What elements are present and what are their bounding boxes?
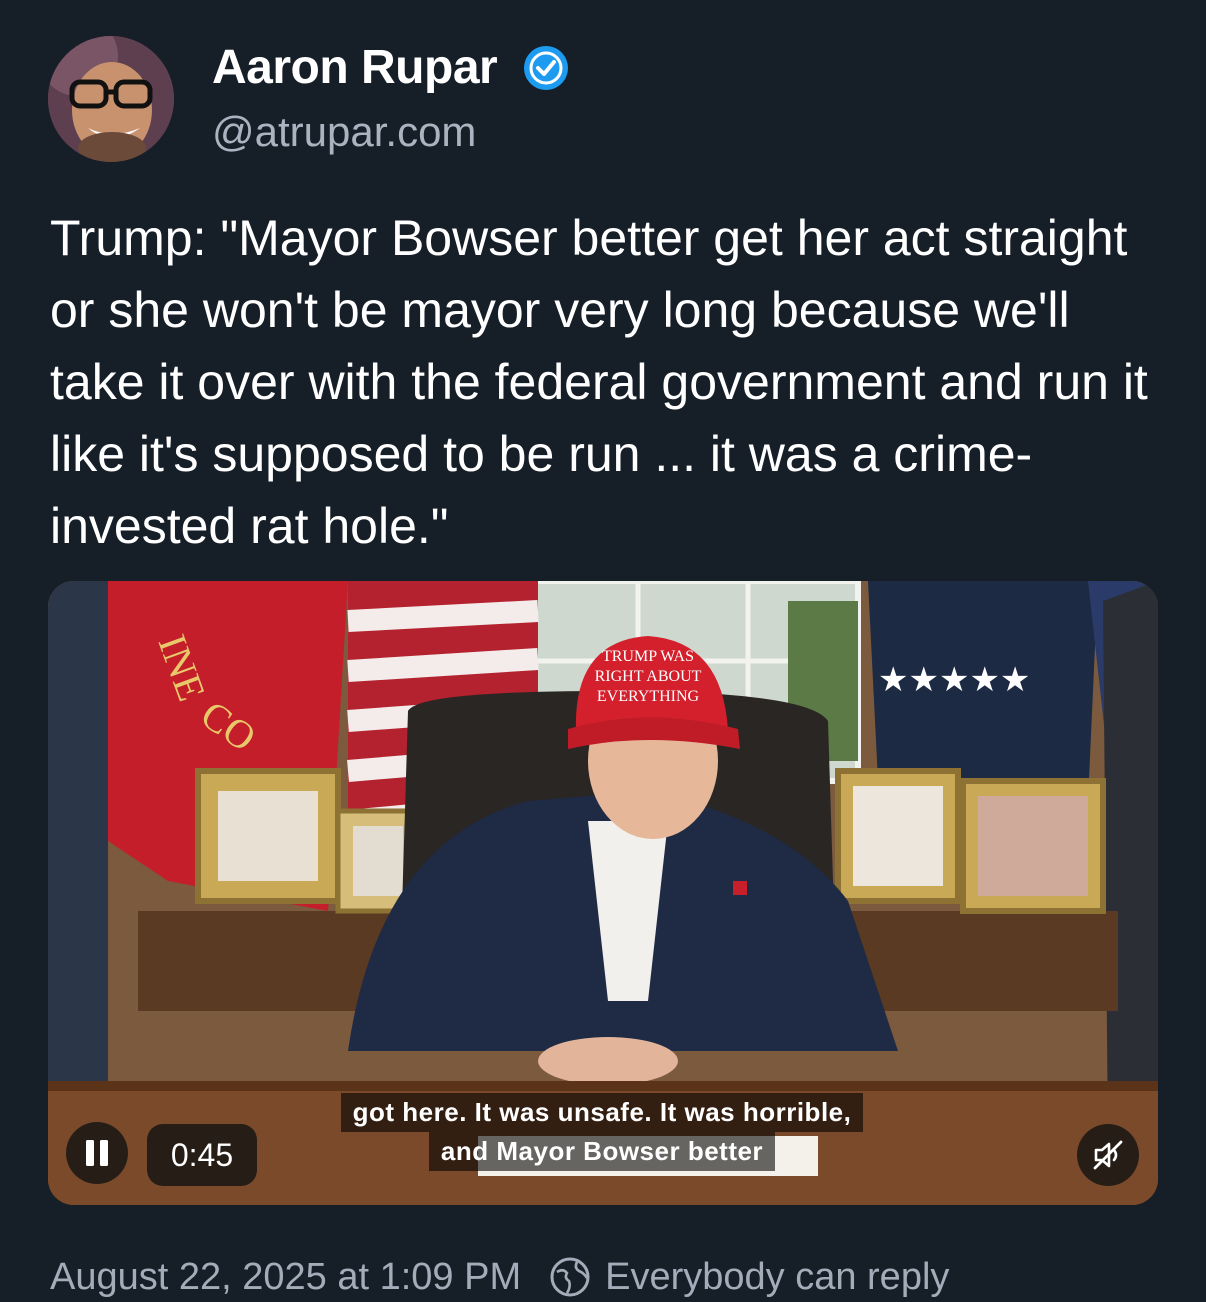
reply-setting[interactable]: Everybody can reply bbox=[605, 1256, 949, 1299]
globe-icon bbox=[550, 1257, 590, 1297]
avatar[interactable] bbox=[48, 36, 174, 162]
post-text: Trump: "Mayor Bowser better get her act … bbox=[50, 210, 1148, 554]
unmute-button[interactable] bbox=[1077, 1124, 1139, 1186]
video-captions: got here. It was unsafe. It was horrible… bbox=[306, 1093, 898, 1171]
author-handle[interactable]: @atrupar.com bbox=[212, 108, 476, 156]
hat-line-1: TRUMP WAS bbox=[602, 648, 694, 665]
verified-check-icon bbox=[524, 46, 568, 90]
pause-icon bbox=[86, 1140, 108, 1166]
caption-line-1: got here. It was unsafe. It was horrible… bbox=[340, 1093, 864, 1132]
speaker-muted-icon bbox=[1093, 1140, 1123, 1170]
video-player[interactable]: INE CO ★★★★★ TRUMP WAS RIGHT ABOUT EVERY… bbox=[48, 581, 1158, 1205]
hat-line-3: EVERYTHING bbox=[597, 688, 700, 705]
video-elapsed-time: 0:45 bbox=[147, 1124, 257, 1186]
post-footer: August 22, 2025 at 1:09 PM Everybody can… bbox=[50, 1252, 949, 1302]
svg-text:★★★★★: ★★★★★ bbox=[878, 660, 1030, 700]
pause-button[interactable] bbox=[66, 1122, 128, 1184]
author-name[interactable]: Aaron Rupar bbox=[212, 40, 498, 95]
caption-line-2: and Mayor Bowser better bbox=[428, 1132, 776, 1171]
hat-line-2: RIGHT ABOUT bbox=[595, 668, 702, 685]
post-timestamp[interactable]: August 22, 2025 at 1:09 PM bbox=[50, 1256, 521, 1299]
